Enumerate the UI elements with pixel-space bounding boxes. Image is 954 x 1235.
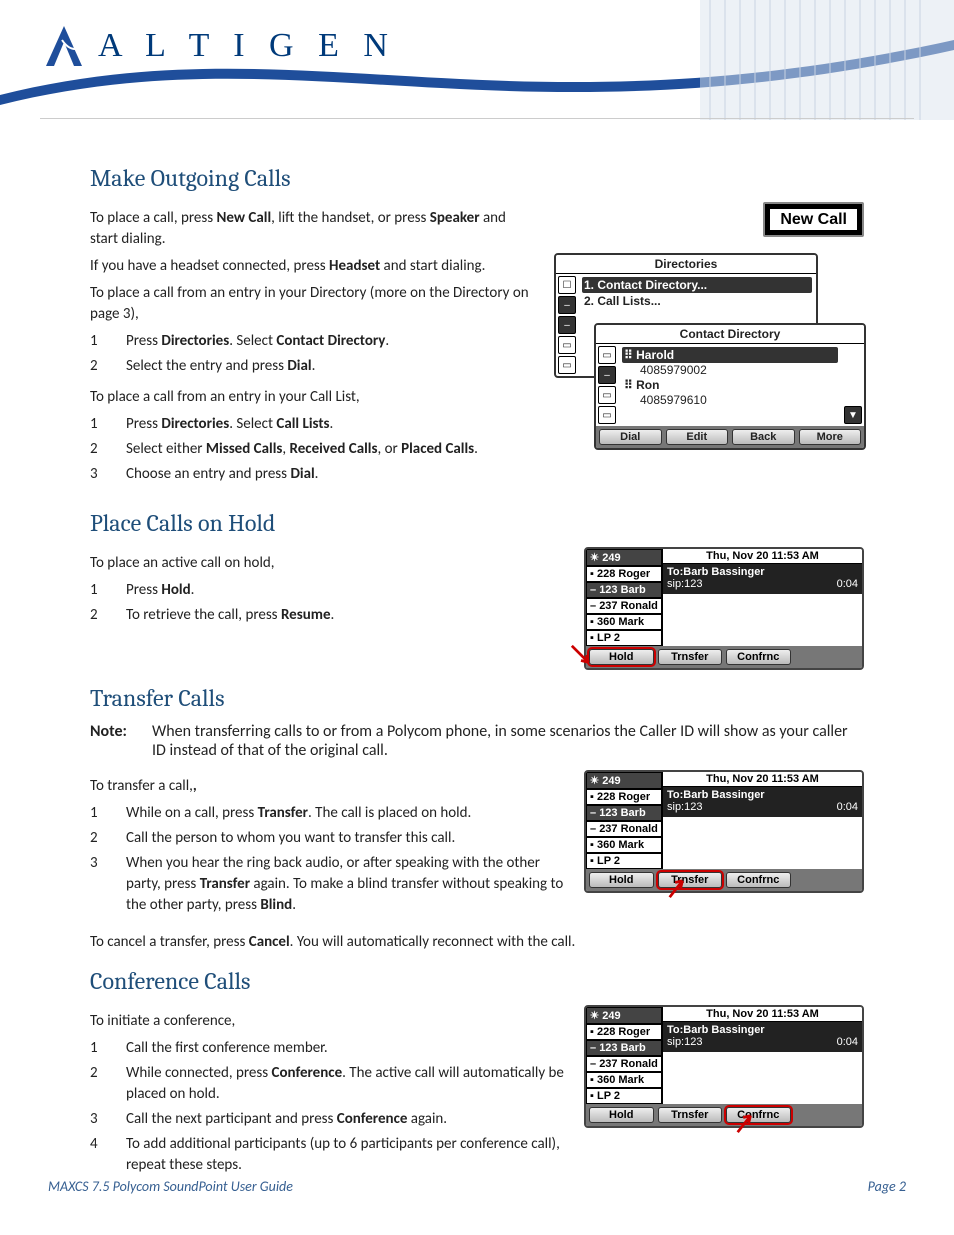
transfer-list: 1While on a call, press Transfer. The ca… [90, 803, 564, 916]
make-calls-list1: 1Press Directories. Select Contact Direc… [90, 331, 534, 377]
page-header: A L T I G E N [0, 0, 954, 120]
document-body: Make Outgoing Calls To place a call, pre… [0, 120, 954, 1196]
brand-logo: A L T I G E N [40, 22, 396, 70]
scroll-down-icon: ▼ [844, 406, 862, 424]
transfer-p2: To cancel a transfer, press Cancel. You … [90, 932, 864, 953]
heading-hold: Place Calls on Hold [90, 509, 864, 537]
conference-p1: To initiate a conference, [90, 1011, 564, 1032]
hold-list: 1Press Hold. 2To retrieve the call, pres… [90, 580, 564, 626]
hold-p1: To place an active call on hold, [90, 553, 564, 574]
make-calls-p4: To place a call from an entry in your Ca… [90, 387, 534, 408]
transfer-p1: To transfer a call,, [90, 776, 564, 797]
make-calls-list2: 1Press Directories. Select Call Lists. 2… [90, 414, 534, 485]
directories-figure: Directories ☐––▭▭ 1. Contact Directory..… [554, 253, 864, 463]
hold-softkey: Hold [589, 649, 654, 665]
arrow-icon [570, 644, 592, 666]
page-footer: MAXCS 7.5 Polycom SoundPoint User Guide … [48, 1177, 906, 1195]
make-calls-p2: If you have a headset connected, press H… [90, 256, 534, 277]
make-calls-p3: To place a call from an entry in your Di… [90, 283, 534, 325]
new-call-button-figure: New Call [763, 202, 864, 237]
make-calls-p1: To place a call, press New Call, lift th… [90, 208, 534, 250]
transfer-note: Note: When transferring calls to or from… [90, 722, 864, 760]
arrow-icon [666, 877, 688, 899]
heading-conference: Conference Calls [90, 967, 864, 995]
conference-list: 1Call the first conference member. 2Whil… [90, 1038, 564, 1176]
heading-make-calls: Make Outgoing Calls [90, 164, 864, 192]
header-divider [40, 118, 914, 119]
transfer-call-screen: ✴ 249 ▪ 228 Roger – 123 Barb – 237 Ronal… [584, 770, 864, 893]
logo-mark-icon [40, 22, 88, 70]
footer-page: Page 2 [868, 1178, 906, 1195]
heading-transfer: Transfer Calls [90, 684, 864, 712]
brand-name: A L T I G E N [98, 27, 396, 65]
conference-call-screen: ✴ 249 ▪ 228 Roger – 123 Barb – 237 Ronal… [584, 1005, 864, 1128]
arrow-icon [734, 1112, 756, 1134]
footer-title: MAXCS 7.5 Polycom SoundPoint User Guide [48, 1178, 293, 1195]
hold-call-screen: ✴ 249 ▪ 228 Roger – 123 Barb – 237 Ronal… [584, 547, 864, 670]
